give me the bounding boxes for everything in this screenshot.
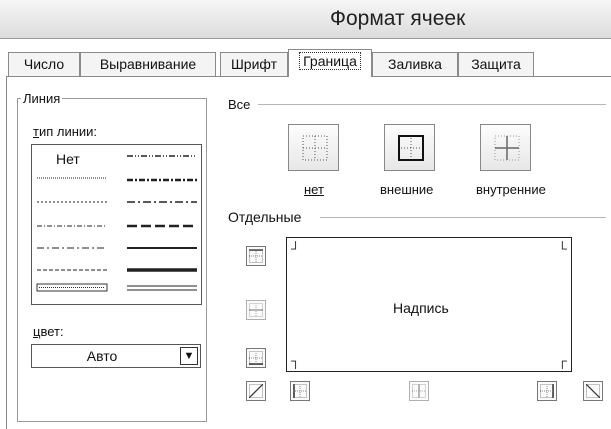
tab-alignment[interactable]: Выравнивание bbox=[80, 52, 216, 76]
diagonal-down-icon bbox=[586, 384, 600, 398]
border-bottom-icon bbox=[249, 351, 263, 365]
corner-mark-br: ┌ bbox=[557, 353, 567, 368]
border-left-icon bbox=[293, 384, 307, 398]
preset-inside-button[interactable] bbox=[480, 124, 531, 171]
title-bar: Формат ячеек bbox=[0, 0, 611, 39]
corner-mark-bl: ┐ bbox=[291, 353, 301, 368]
preview-text: Надпись bbox=[393, 300, 449, 316]
tab-protection[interactable]: Защита bbox=[458, 52, 534, 76]
corner-mark-tr: └ bbox=[557, 241, 567, 256]
individual-title: Отдельные bbox=[228, 209, 302, 225]
preset-none-button[interactable] bbox=[288, 124, 339, 171]
tab-border[interactable]: Граница bbox=[288, 49, 372, 77]
border-diagonal-up-button[interactable] bbox=[246, 381, 266, 401]
line-group-title: Линия bbox=[21, 91, 63, 106]
presets-divider bbox=[258, 104, 606, 105]
border-outline-icon bbox=[398, 135, 424, 161]
border-inner-vertical-icon bbox=[412, 384, 426, 398]
line-style-samples bbox=[36, 155, 197, 292]
border-left-button[interactable] bbox=[290, 381, 310, 401]
presets-title: Все bbox=[228, 97, 251, 112]
border-top-icon bbox=[249, 249, 263, 263]
tab-strip: Число Выравнивание Шрифт Граница Заливка… bbox=[8, 49, 611, 77]
tab-font[interactable]: Шрифт bbox=[220, 52, 288, 76]
preset-inside-label: внутренние bbox=[476, 182, 546, 197]
color-value: Авто bbox=[86, 348, 118, 364]
border-top-button[interactable] bbox=[246, 246, 266, 266]
diagonal-up-icon bbox=[249, 384, 263, 398]
line-style-label: тип линии: bbox=[33, 124, 98, 139]
individual-divider bbox=[320, 217, 606, 218]
color-select[interactable]: Авто ▼ bbox=[31, 344, 201, 368]
corner-mark-tl: ┘ bbox=[291, 241, 301, 256]
chevron-down-icon[interactable]: ▼ bbox=[180, 347, 198, 365]
color-label: цвет: bbox=[33, 324, 64, 339]
tab-number[interactable]: Число bbox=[8, 52, 80, 76]
line-style-picker[interactable]: Нет bbox=[31, 144, 202, 305]
border-diagonal-down-button[interactable] bbox=[583, 381, 603, 401]
preset-outline-label: внешние bbox=[380, 182, 434, 197]
border-inner-horizontal-icon bbox=[249, 303, 263, 317]
border-preview[interactable]: ┘ └ ┐ ┌ Надпись bbox=[286, 237, 572, 372]
panel-edge bbox=[6, 77, 7, 429]
border-inner-vertical-button[interactable] bbox=[409, 381, 429, 401]
dialog-title: Формат ячеек bbox=[330, 7, 466, 30]
border-right-button[interactable] bbox=[537, 381, 557, 401]
tab-fill[interactable]: Заливка bbox=[372, 52, 458, 76]
border-bottom-button[interactable] bbox=[246, 348, 266, 368]
preset-none-label: нет bbox=[304, 182, 324, 197]
border-none-icon bbox=[302, 135, 328, 161]
preset-outline-button[interactable] bbox=[384, 124, 435, 171]
border-inner-horizontal-button[interactable] bbox=[246, 300, 266, 320]
border-right-icon bbox=[540, 384, 554, 398]
border-inside-icon bbox=[494, 135, 520, 161]
